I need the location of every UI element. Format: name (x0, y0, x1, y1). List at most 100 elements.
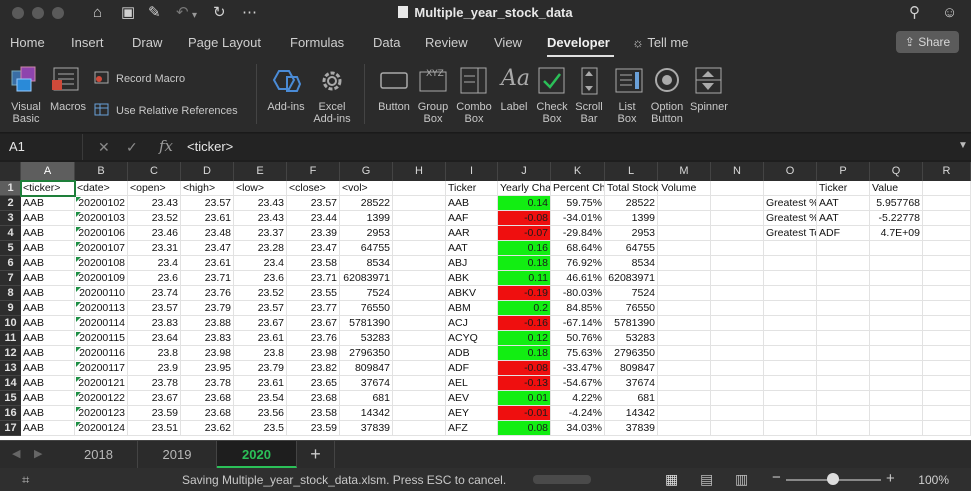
cell-j13[interactable]: -0.08 (498, 361, 551, 376)
cell-l9[interactable]: 76550 (605, 301, 658, 316)
row-header-8[interactable]: 8 (0, 286, 21, 301)
cell-g11[interactable]: 53283 (340, 331, 393, 346)
cell-b15[interactable]: 20200122 (75, 391, 128, 406)
cell-i3[interactable]: AAF (446, 211, 498, 226)
page-break-view-icon[interactable]: ▥ (735, 471, 748, 488)
cell-e11[interactable]: 23.61 (234, 331, 287, 346)
cell-i9[interactable]: ABM (446, 301, 498, 316)
cell-a4[interactable]: AAB (21, 226, 75, 241)
empty-cell[interactable] (711, 256, 764, 271)
empty-cell[interactable] (764, 406, 817, 421)
cell-l10[interactable]: 5781390 (605, 316, 658, 331)
formula-input[interactable]: <ticker> (187, 139, 233, 154)
cell-f13[interactable]: 23.82 (287, 361, 340, 376)
macro-recording-icon[interactable]: ⌗ (22, 472, 29, 488)
cell-e7[interactable]: 23.6 (234, 271, 287, 286)
empty-cell[interactable] (870, 271, 923, 286)
cell-l1[interactable]: Total Stock Volume (605, 181, 711, 196)
cell-o4[interactable]: Greatest To (764, 226, 817, 241)
tab-draw[interactable]: Draw (132, 35, 162, 50)
cell-j7[interactable]: 0.11 (498, 271, 551, 286)
cell-i14[interactable]: AEL (446, 376, 498, 391)
addins-icon[interactable] (271, 67, 301, 97)
cell-a11[interactable]: AAB (21, 331, 75, 346)
cell-e8[interactable]: 23.52 (234, 286, 287, 301)
empty-cell[interactable] (764, 256, 817, 271)
empty-cell[interactable] (817, 241, 870, 256)
cell-j6[interactable]: 0.18 (498, 256, 551, 271)
cell-c13[interactable]: 23.9 (128, 361, 181, 376)
cell-a2[interactable]: AAB (21, 196, 75, 211)
cell-a5[interactable]: AAB (21, 241, 75, 256)
empty-cell[interactable] (711, 271, 764, 286)
cell-b11[interactable]: 20200115 (75, 331, 128, 346)
cell-k3[interactable]: -34.01% (551, 211, 605, 226)
cell-i5[interactable]: AAT (446, 241, 498, 256)
zoom-out-icon[interactable]: − (772, 469, 781, 486)
empty-cell[interactable] (817, 331, 870, 346)
cell-c10[interactable]: 23.83 (128, 316, 181, 331)
number-stored-as-text-indicator[interactable] (76, 287, 81, 292)
empty-cell[interactable] (711, 376, 764, 391)
cell-f7[interactable]: 23.71 (287, 271, 340, 286)
cell-g5[interactable]: 64755 (340, 241, 393, 256)
cell-k13[interactable]: -33.47% (551, 361, 605, 376)
empty-cell[interactable] (923, 271, 971, 286)
search-icon[interactable]: ⚲ (909, 4, 920, 21)
column-header-j[interactable]: J (498, 162, 551, 181)
empty-cell[interactable] (711, 211, 764, 226)
cell-k6[interactable]: 76.92% (551, 256, 605, 271)
empty-cell[interactable] (870, 346, 923, 361)
empty-cell[interactable] (393, 196, 446, 211)
cell-e9[interactable]: 23.57 (234, 301, 287, 316)
empty-cell[interactable] (393, 316, 446, 331)
cell-c3[interactable]: 23.52 (128, 211, 181, 226)
cell-f6[interactable]: 23.58 (287, 256, 340, 271)
cell-d4[interactable]: 23.48 (181, 226, 234, 241)
number-stored-as-text-indicator[interactable] (76, 212, 81, 217)
empty-cell[interactable] (658, 211, 711, 226)
empty-cell[interactable] (393, 346, 446, 361)
empty-cell[interactable] (870, 301, 923, 316)
empty-cell[interactable] (393, 286, 446, 301)
empty-cell[interactable] (870, 286, 923, 301)
sheet-tab-2020[interactable]: 2020 (217, 441, 297, 468)
cell-j12[interactable]: 0.18 (498, 346, 551, 361)
empty-cell[interactable] (817, 346, 870, 361)
number-stored-as-text-indicator[interactable] (76, 317, 81, 322)
cell-g17[interactable]: 37839 (340, 421, 393, 436)
group-box-icon[interactable]: XYZ (418, 66, 448, 94)
cell-d6[interactable]: 23.61 (181, 256, 234, 271)
cell-b6[interactable]: 20200108 (75, 256, 128, 271)
select-all-corner[interactable] (0, 162, 21, 181)
row-header-1[interactable]: 1 (0, 181, 21, 196)
empty-cell[interactable] (711, 286, 764, 301)
empty-cell[interactable] (923, 346, 971, 361)
normal-view-icon[interactable]: ▦ (665, 471, 678, 488)
empty-cell[interactable] (817, 421, 870, 436)
empty-cell[interactable] (711, 361, 764, 376)
option-button-icon[interactable] (653, 66, 683, 96)
cell-a7[interactable]: AAB (21, 271, 75, 286)
empty-cell[interactable] (658, 241, 711, 256)
relative-references-button[interactable]: Use Relative References (116, 105, 238, 117)
empty-cell[interactable] (817, 301, 870, 316)
cell-i6[interactable]: ABJ (446, 256, 498, 271)
label-control-icon[interactable]: Aa (501, 66, 530, 91)
empty-cell[interactable] (817, 361, 870, 376)
cell-k11[interactable]: 50.76% (551, 331, 605, 346)
cell-f10[interactable]: 23.67 (287, 316, 340, 331)
spreadsheet-grid[interactable]: A B C D E F G H I J K L M N O P Q R 1 2 3 4 5 6 7 8 9 10 11 12 13 14 15 1… (0, 162, 971, 440)
macros-icon[interactable] (52, 66, 82, 96)
cell-a6[interactable]: AAB (21, 256, 75, 271)
tab-insert[interactable]: Insert (71, 35, 104, 50)
cell-a17[interactable]: AAB (21, 421, 75, 436)
cell-l16[interactable]: 14342 (605, 406, 658, 421)
cell-i2[interactable]: AAB (446, 196, 498, 211)
empty-cell[interactable] (817, 316, 870, 331)
cell-a13[interactable]: AAB (21, 361, 75, 376)
sheet-tab-2018[interactable]: 2018 (60, 441, 138, 468)
empty-cell[interactable] (658, 346, 711, 361)
empty-cell[interactable] (923, 301, 971, 316)
empty-cell[interactable] (923, 211, 971, 226)
